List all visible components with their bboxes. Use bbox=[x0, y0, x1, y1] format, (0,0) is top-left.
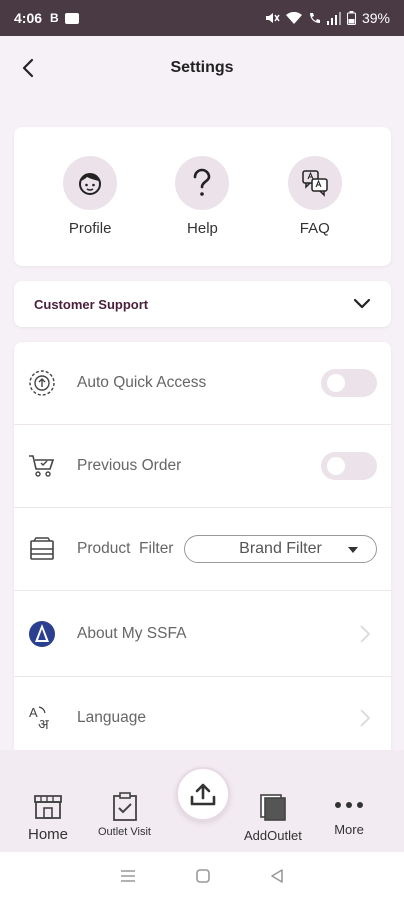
youtube-icon bbox=[64, 12, 79, 24]
chevron-right-icon bbox=[360, 625, 371, 643]
product-filter-row: Product Filter Brand Filter bbox=[14, 508, 391, 591]
status-bar: 4:06 B 39% bbox=[0, 0, 404, 36]
nav-more-label: More bbox=[334, 822, 364, 837]
upload-icon bbox=[190, 783, 216, 806]
nav-outlet-visit-label: Outlet Visit bbox=[98, 826, 151, 838]
wifi-icon bbox=[285, 11, 302, 24]
caret-down-icon bbox=[348, 547, 358, 553]
nav-more[interactable]: More bbox=[334, 800, 364, 837]
page-title: Settings bbox=[170, 59, 234, 76]
quick-actions-card: Profile Help FAQ bbox=[14, 127, 391, 266]
profile-label: Profile bbox=[68, 220, 112, 237]
system-nav-bar bbox=[0, 852, 404, 900]
faq-button[interactable]: FAQ bbox=[275, 156, 355, 237]
chevron-down-icon bbox=[353, 298, 371, 309]
nav-outlet-visit[interactable]: Outlet Visit bbox=[98, 792, 151, 838]
question-icon bbox=[175, 156, 230, 210]
status-time: 4:06 bbox=[14, 10, 43, 26]
nav-add-outlet[interactable]: AddOutlet bbox=[244, 792, 302, 843]
svg-text:अ: अ bbox=[38, 717, 49, 733]
previous-order-label: Previous Order bbox=[77, 457, 182, 474]
product-filter-label: Product Filter bbox=[77, 540, 174, 557]
store-icon bbox=[34, 795, 62, 819]
call-icon bbox=[309, 12, 320, 23]
app-bar: Settings bbox=[0, 36, 404, 100]
chevron-right-icon bbox=[360, 709, 371, 727]
auto-quick-access-toggle[interactable] bbox=[321, 369, 377, 397]
about-row[interactable]: About My SSFA bbox=[14, 591, 391, 677]
profile-face-icon bbox=[63, 156, 118, 210]
cart-icon bbox=[26, 450, 58, 482]
customer-support-label: Customer Support bbox=[34, 296, 149, 312]
battery-percent: 39% bbox=[361, 10, 390, 26]
upload-button[interactable] bbox=[176, 767, 230, 821]
back-button[interactable] bbox=[14, 54, 42, 82]
auto-quick-access-label: Auto Quick Access bbox=[77, 374, 207, 391]
clipboard-check-icon bbox=[112, 792, 137, 821]
more-dots-icon bbox=[335, 802, 363, 808]
add-outlet-icon bbox=[260, 794, 286, 821]
nav-home-label: Home bbox=[28, 826, 69, 843]
auto-quick-access-row[interactable]: Auto Quick Access bbox=[14, 342, 391, 425]
previous-order-toggle[interactable] bbox=[321, 452, 377, 480]
faq-chat-icon bbox=[287, 156, 342, 210]
svg-text:A: A bbox=[29, 705, 38, 720]
nav-add-outlet-label: AddOutlet bbox=[244, 828, 302, 843]
brand-filter-value: Brand Filter bbox=[239, 540, 322, 557]
recents-menu-icon[interactable] bbox=[120, 869, 136, 883]
profile-button[interactable]: Profile bbox=[50, 156, 130, 237]
settings-list: Auto Quick Access Previous Order Product… bbox=[14, 342, 391, 752]
previous-order-row[interactable]: Previous Order bbox=[14, 425, 391, 508]
help-button[interactable]: Help bbox=[162, 156, 242, 237]
archive-tray-icon bbox=[26, 533, 58, 565]
bottom-nav: Home Outlet Visit AddOutlet More bbox=[0, 750, 404, 852]
brand-filter-select[interactable]: Brand Filter bbox=[184, 535, 377, 563]
mute-icon bbox=[265, 13, 280, 23]
ssfa-logo-icon bbox=[26, 618, 58, 650]
customer-support-dropdown[interactable]: Customer Support bbox=[14, 281, 391, 327]
quick-access-icon bbox=[26, 367, 58, 399]
about-label: About My SSFA bbox=[77, 624, 187, 642]
b-icon: B bbox=[50, 11, 59, 25]
signal-icon bbox=[326, 11, 341, 25]
help-label: Help bbox=[187, 220, 218, 237]
faq-label: FAQ bbox=[299, 220, 330, 237]
language-row[interactable]: Aअ Language bbox=[14, 677, 391, 752]
chevron-left-icon bbox=[22, 58, 34, 78]
back-triangle-icon[interactable] bbox=[270, 868, 284, 884]
language-translate-icon: Aअ bbox=[26, 702, 58, 734]
nav-home[interactable]: Home bbox=[28, 792, 68, 843]
language-label: Language bbox=[77, 709, 146, 726]
home-square-icon[interactable] bbox=[196, 869, 210, 883]
battery-icon bbox=[346, 11, 356, 25]
